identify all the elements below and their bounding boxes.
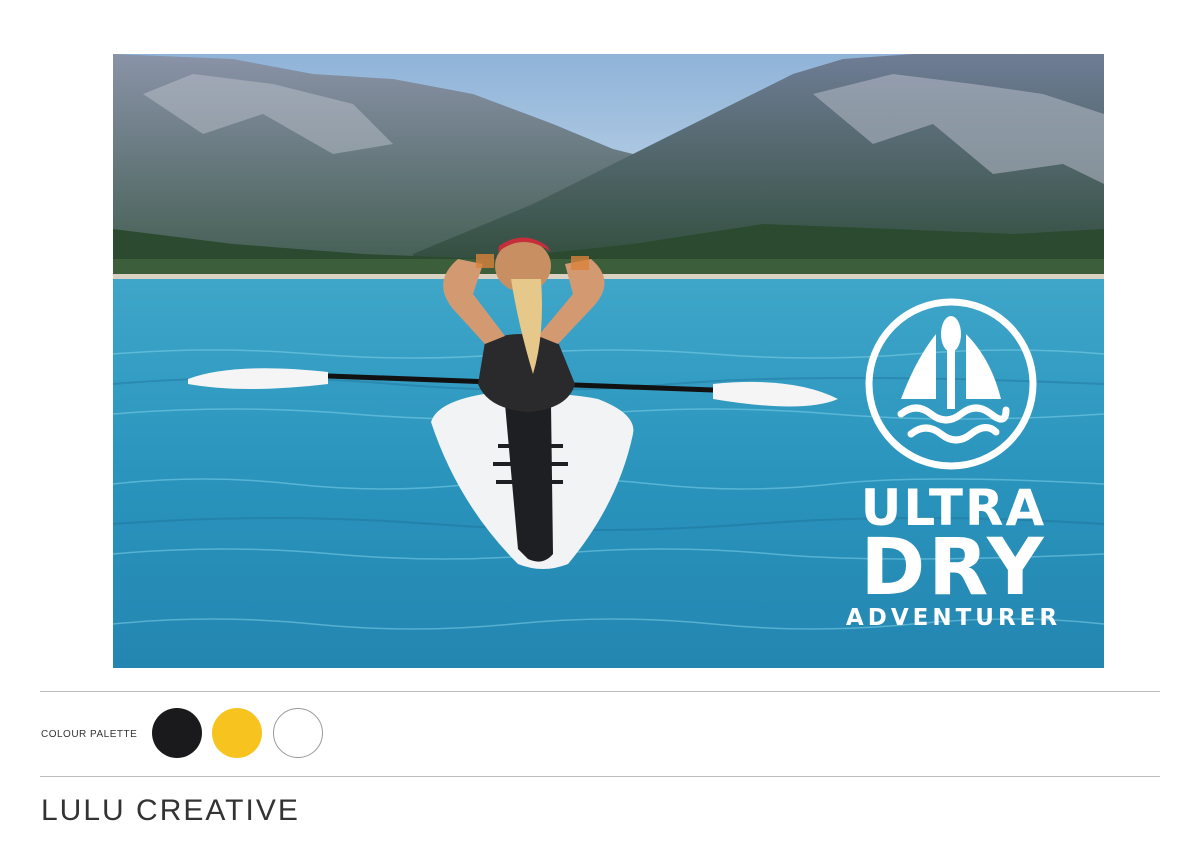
studio-name: LULU CREATIVE: [41, 794, 300, 827]
swatch-black: [152, 708, 202, 758]
palette-label: COLOUR PALETTE: [41, 729, 138, 740]
brand-line-adventurer: ADVENTURER: [845, 605, 1062, 631]
brand-line-dry: DRY: [860, 523, 1047, 613]
divider-top: [40, 691, 1160, 692]
paddle-waves-emblem-icon: [865, 298, 1037, 470]
hero-photo: ULTRA DRY ADVENTURER: [113, 54, 1104, 668]
divider-bottom: [40, 776, 1160, 777]
brand-logo: ULTRA DRY ADVENTURER: [831, 294, 1076, 639]
swatch-yellow: [212, 708, 262, 758]
swatch-white: [273, 708, 323, 758]
